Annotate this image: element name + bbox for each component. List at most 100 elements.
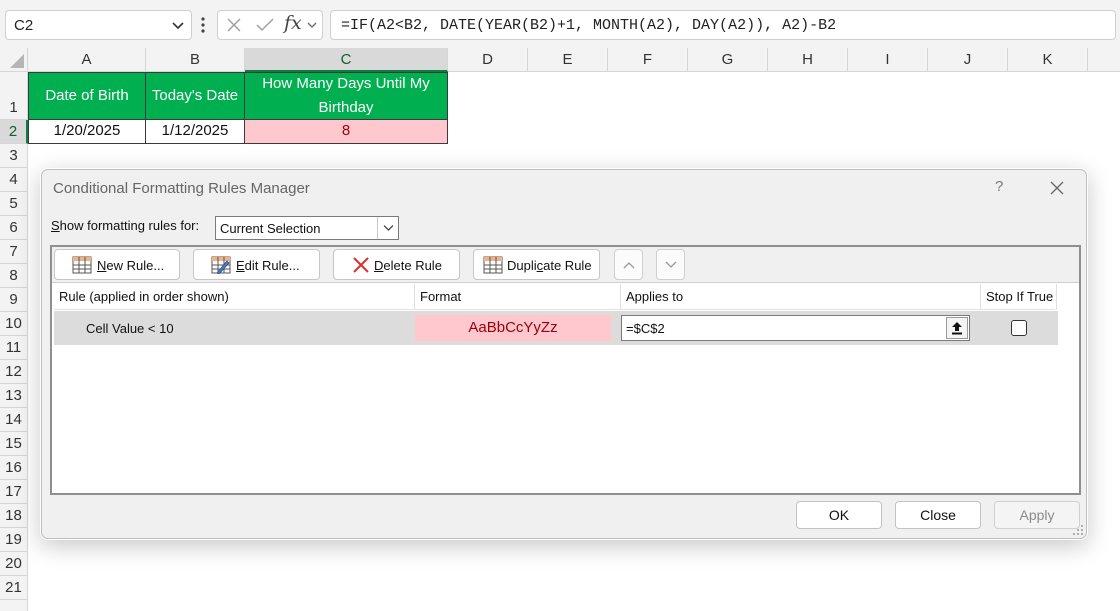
cell-b1-text: Today's Date [151, 87, 239, 104]
column-header-i[interactable]: I [848, 48, 928, 72]
column-header-f[interactable]: F [608, 48, 688, 72]
row-header-7[interactable]: 7 [0, 240, 28, 264]
formula-tools: fx [217, 10, 323, 40]
column-header-overflow [1088, 48, 1120, 72]
show-rules-value: Current Selection [220, 221, 321, 236]
row-header-11[interactable]: 11 [0, 336, 28, 360]
delete-icon [353, 257, 369, 273]
row-header-1[interactable]: 1 [0, 72, 28, 120]
collapse-arrow-icon [952, 322, 962, 335]
cell-b1[interactable]: Today's Date [145, 72, 245, 120]
rule-row[interactable]: Cell Value < 10 AaBbCcYyZz =$C$2 [54, 311, 1058, 345]
chevron-down-icon[interactable] [171, 17, 185, 33]
edit-rule-button[interactable]: Edit Rule... [193, 249, 320, 280]
cell-b2[interactable]: 1/12/2025 [145, 119, 245, 144]
applies-to-input[interactable]: =$C$2 [621, 315, 970, 341]
show-rules-select[interactable]: Current Selection [215, 216, 399, 240]
chevron-down-icon[interactable] [307, 20, 317, 30]
row-header-2[interactable]: 2 [0, 120, 28, 144]
duplicate-rule-icon [483, 256, 503, 274]
apply-button[interactable]: Apply [994, 501, 1080, 529]
row-header-3[interactable]: 3 [0, 144, 28, 168]
cell-c1[interactable]: How Many Days Until My Birthday [244, 72, 448, 120]
applies-to-value: =$C$2 [626, 321, 665, 336]
excel-window: C2 fx =IF(A2<B2, DATE(YEAR(B2)+1, MONTH(… [0, 0, 1120, 611]
column-header-c[interactable]: C [245, 48, 448, 72]
enter-check-icon[interactable] [256, 17, 274, 33]
row-header-4[interactable]: 4 [0, 168, 28, 192]
column-header-e[interactable]: E [528, 48, 608, 72]
new-rule-button[interactable]: New Rule... [54, 249, 180, 280]
close-button[interactable]: Close [895, 501, 981, 529]
applies-to-column-header: Applies to [621, 284, 981, 310]
rules-panel: New Rule... Edit Rule... Delete Rule Dup… [50, 245, 1081, 495]
dialog-title: Conditional Formatting Rules Manager [53, 180, 310, 197]
resize-grip-icon[interactable] [1072, 524, 1084, 536]
row-header-20[interactable]: 20 [0, 552, 28, 576]
formula-text: =IF(A2<B2, DATE(YEAR(B2)+1, MONTH(A2), D… [341, 17, 837, 34]
name-box-value: C2 [14, 17, 34, 34]
duplicate-rule-button[interactable]: Duplicate Rule [473, 249, 600, 280]
close-icon[interactable] [1049, 180, 1065, 196]
show-rules-dropdown-button[interactable] [377, 217, 398, 239]
formula-input[interactable]: =IF(A2<B2, DATE(YEAR(B2)+1, MONTH(A2), D… [330, 10, 1116, 40]
column-header-d[interactable]: D [448, 48, 528, 72]
row-header-8[interactable]: 8 [0, 264, 28, 288]
chevron-down-icon [665, 261, 677, 268]
cancel-icon[interactable] [226, 17, 242, 33]
cell-c1-text: How Many Days Until My Birthday [262, 75, 430, 116]
cell-a1-text: Date of Birth [45, 87, 129, 104]
new-rule-icon [72, 256, 92, 274]
select-all-button[interactable] [0, 48, 28, 72]
row-header-9[interactable]: 9 [0, 288, 28, 312]
name-box[interactable]: C2 [5, 10, 192, 40]
row-header-16[interactable]: 16 [0, 456, 28, 480]
row-header-overflow [0, 600, 28, 611]
format-column-header: Format [415, 284, 621, 310]
row-header-12[interactable]: 12 [0, 360, 28, 384]
column-header-k[interactable]: K [1008, 48, 1088, 72]
rule-condition: Cell Value < 10 [86, 321, 174, 336]
rule-column-header: Rule (applied in order shown) [54, 284, 415, 310]
help-button[interactable]: ? [995, 178, 1003, 195]
stop-if-true-checkbox[interactable] [1011, 320, 1027, 336]
edit-rule-icon [211, 256, 231, 274]
conditional-formatting-dialog: Conditional Formatting Rules Manager ? S… [41, 169, 1087, 539]
insert-function-icon[interactable]: fx [284, 12, 302, 34]
rule-format-preview: AaBbCcYyZz [415, 315, 611, 341]
column-header-a[interactable]: A [28, 48, 146, 72]
formula-bar: C2 fx =IF(A2<B2, DATE(YEAR(B2)+1, MONTH(… [0, 0, 1120, 48]
duplicate-rule-label: Duplicate Rule [507, 258, 592, 273]
delete-rule-button[interactable]: Delete Rule [333, 249, 460, 280]
chevron-down-icon [383, 225, 394, 231]
ok-button[interactable]: OK [796, 501, 882, 529]
chevron-up-icon [623, 262, 635, 269]
edit-rule-label: Edit Rule... [236, 258, 300, 273]
new-rule-label: New Rule... [97, 258, 165, 273]
row-header-17[interactable]: 17 [0, 480, 28, 504]
move-down-button[interactable] [656, 249, 685, 280]
cell-a1[interactable]: Date of Birth [28, 72, 146, 120]
row-header-15[interactable]: 15 [0, 432, 28, 456]
collapse-dialog-button[interactable] [946, 317, 968, 339]
column-header-j[interactable]: J [928, 48, 1008, 72]
rules-toolbar: New Rule... Edit Rule... Delete Rule Dup… [52, 247, 1079, 283]
column-header-b[interactable]: B [146, 48, 245, 72]
rules-list-header: Rule (applied in order shown) Format App… [54, 284, 1057, 310]
delete-rule-label: Delete Rule [374, 258, 442, 273]
row-header-18[interactable]: 18 [0, 504, 28, 528]
cell-c2[interactable]: 8 [244, 119, 448, 144]
column-header-g[interactable]: G [688, 48, 768, 72]
move-up-button[interactable] [614, 249, 643, 280]
row-header-14[interactable]: 14 [0, 408, 28, 432]
row-header-19[interactable]: 19 [0, 528, 28, 552]
row-header-21[interactable]: 21 [0, 576, 28, 600]
row-header-6[interactable]: 6 [0, 216, 28, 240]
column-header-h[interactable]: H [768, 48, 848, 72]
row-header-13[interactable]: 13 [0, 384, 28, 408]
cell-a2[interactable]: 1/20/2025 [28, 119, 146, 144]
more-options-icon[interactable] [199, 15, 207, 35]
row-header-5[interactable]: 5 [0, 192, 28, 216]
row-header-10[interactable]: 10 [0, 312, 28, 336]
stop-if-true-column-header: Stop If True [981, 284, 1057, 310]
